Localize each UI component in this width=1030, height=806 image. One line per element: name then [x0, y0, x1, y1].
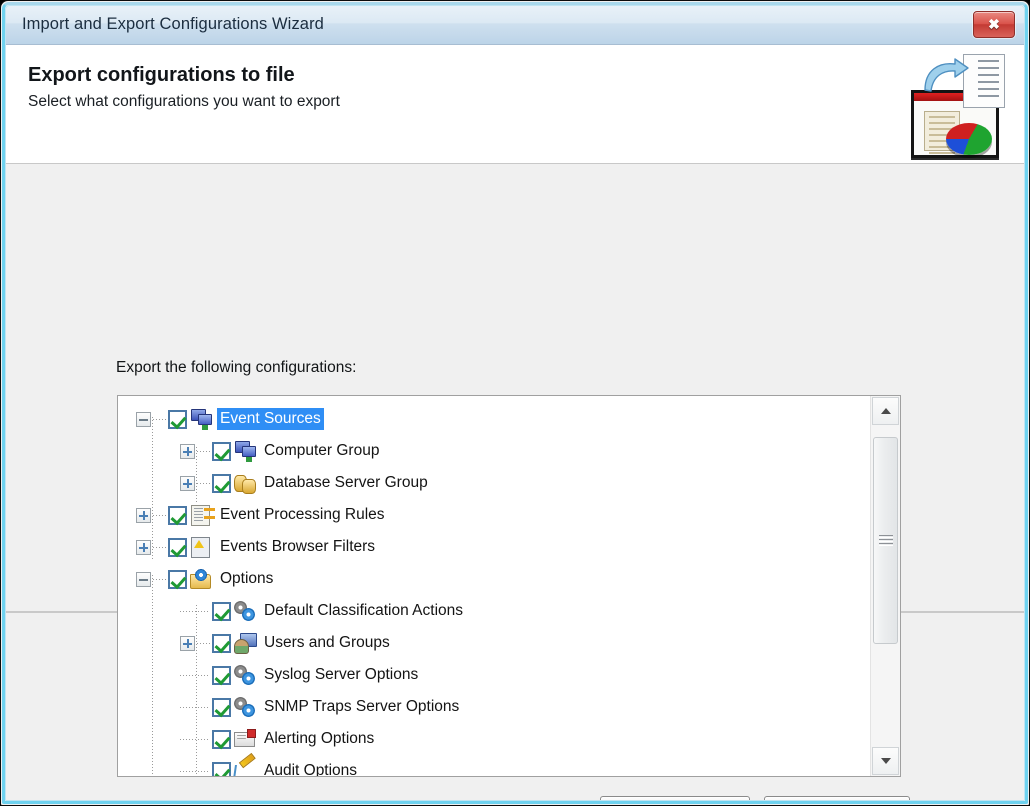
tree-row[interactable]: Event Processing Rules: [118, 499, 870, 531]
gears-icon: [234, 665, 256, 685]
tree-checkbox[interactable]: [212, 761, 231, 776]
tree-row[interactable]: Event Sources: [118, 403, 870, 435]
tree-connector: [180, 770, 210, 772]
tree-row[interactable]: SNMP Traps Server Options: [118, 691, 870, 723]
computer-icon: [234, 441, 256, 461]
close-icon: ✖: [988, 16, 1000, 32]
tree-connector: [197, 642, 210, 644]
tree-expand-icon[interactable]: [180, 443, 195, 459]
tree-item-label: Database Server Group: [264, 474, 428, 491]
gears-icon: [234, 601, 256, 621]
tree-item-label: SNMP Traps Server Options: [264, 698, 460, 715]
tree-row[interactable]: Alerting Options: [118, 723, 870, 755]
tree-row[interactable]: Options: [118, 563, 870, 595]
export-arrow-icon: [924, 58, 969, 92]
tree-checkbox[interactable]: [212, 665, 231, 685]
tree-connector: [153, 546, 166, 548]
scrollbar-grip-icon: [878, 534, 893, 536]
tree-collapse-icon[interactable]: [136, 411, 151, 427]
tree-item-label: Events Browser Filters: [220, 538, 376, 555]
wizard-header: Export configurations to file Select wha…: [6, 45, 1024, 164]
tree-item-label: Audit Options: [264, 762, 358, 776]
tree-item-label: Users and Groups: [264, 634, 390, 651]
tree-checkbox[interactable]: [212, 729, 231, 749]
tree-checkbox[interactable]: [168, 569, 187, 589]
tree-item-label: Options: [220, 570, 274, 587]
window-title: Import and Export Configurations Wizard: [22, 15, 324, 33]
tree-item-label: Default Classification Actions: [264, 602, 464, 619]
wizard-window: Import and Export Configurations Wizard …: [0, 0, 1030, 806]
tree-connector: [197, 482, 210, 484]
close-button[interactable]: ✖: [973, 11, 1015, 38]
scroll-up-button[interactable]: [872, 397, 899, 425]
tree-checkbox[interactable]: [212, 441, 231, 461]
tree-row[interactable]: Default Classification Actions: [118, 595, 870, 627]
scroll-down-button[interactable]: [872, 747, 899, 775]
tree-connector: [153, 578, 166, 580]
folder-gear-icon: [190, 569, 212, 589]
configurations-tree[interactable]: Event Sources Computer Group Database Serv…: [117, 395, 901, 777]
database-icon: [234, 473, 256, 494]
tree-row[interactable]: Users and Groups: [118, 627, 870, 659]
tree-row[interactable]: Events Browser Filters: [118, 531, 870, 563]
tree-row[interactable]: Syslog Server Options: [118, 659, 870, 691]
users-icon: [234, 633, 257, 654]
tree-row[interactable]: Database Server Group: [118, 467, 870, 499]
tree-row[interactable]: Audit Options: [118, 755, 870, 776]
tree-checkbox[interactable]: [212, 601, 231, 621]
scroll-down-arrow-icon: [880, 758, 891, 764]
wizard-body: Export the following configurations: Eve…: [6, 164, 1024, 800]
clear-all-button[interactable]: Clear All: [764, 796, 910, 800]
tree-row[interactable]: Computer Group: [118, 435, 870, 467]
tree-connector: [180, 738, 210, 740]
tree-expand-icon[interactable]: [180, 475, 195, 491]
tree-checkbox[interactable]: [168, 505, 187, 525]
tree-item-label: Alerting Options: [264, 730, 375, 747]
tree-connector: [180, 706, 210, 708]
page-subtitle: Select what configurations you want to e…: [28, 93, 340, 110]
window-client-area: Import and Export Configurations Wizard …: [6, 6, 1024, 800]
rules-icon: [190, 505, 212, 526]
tree-checkbox[interactable]: [212, 697, 231, 717]
pie-chart: [946, 123, 992, 155]
page-title: Export configurations to file: [28, 64, 295, 86]
filter-icon: [190, 537, 212, 558]
title-bar[interactable]: Import and Export Configurations Wizard …: [6, 6, 1024, 45]
tree-item-label: Computer Group: [264, 442, 380, 459]
gears-icon: [234, 697, 256, 717]
select-all-button[interactable]: Select All: [600, 796, 750, 800]
scrollbar-thumb[interactable]: [873, 437, 898, 644]
tree-connector: [180, 674, 210, 676]
tree-scroll-region: Event Sources Computer Group Database Serv…: [118, 396, 870, 776]
tree-expand-icon[interactable]: [180, 635, 195, 651]
tree-collapse-icon[interactable]: [136, 571, 151, 587]
tree-connector: [153, 418, 166, 420]
target-document: [963, 54, 1005, 108]
computer-icon: [190, 409, 212, 429]
export-configurations-icon: [907, 52, 1007, 158]
alert-icon: [234, 729, 256, 749]
tree-checkbox[interactable]: [168, 537, 187, 557]
tree-connector: [197, 450, 210, 452]
tree-checkbox[interactable]: [212, 473, 231, 493]
tree-expand-icon[interactable]: [136, 539, 151, 555]
tree-item-label: Syslog Server Options: [264, 666, 419, 683]
tree-item-label: Event Sources: [217, 408, 324, 430]
tree-checkbox[interactable]: [168, 409, 187, 429]
tree-prompt-label: Export the following configurations:: [116, 359, 357, 376]
scroll-up-arrow-icon: [880, 408, 891, 414]
tree-connector: [153, 514, 166, 516]
tree-checkbox[interactable]: [212, 633, 231, 653]
tree-connector: [180, 610, 210, 612]
tree-vertical-scrollbar[interactable]: [870, 396, 900, 776]
tree-expand-icon[interactable]: [136, 507, 151, 523]
audit-icon: [234, 761, 256, 776]
tree-item-label: Event Processing Rules: [220, 506, 385, 523]
